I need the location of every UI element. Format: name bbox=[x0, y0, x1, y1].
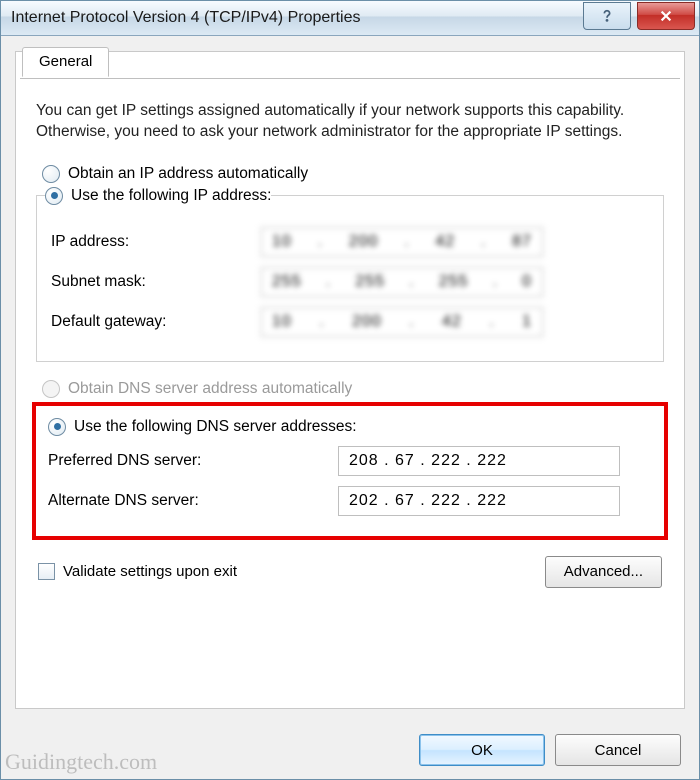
watermark-text: Guidingtech.com bbox=[5, 749, 157, 775]
bottom-row: Validate settings upon exit Advanced... bbox=[38, 556, 662, 588]
dialog-frame: General You can get IP settings assigned… bbox=[15, 51, 685, 709]
radio-ip-manual[interactable]: Use the following IP address: bbox=[45, 187, 271, 205]
radio-dns-manual[interactable]: Use the following DNS server addresses: bbox=[48, 418, 652, 436]
row-ip-address: IP address: 10.200.42.87 bbox=[51, 227, 649, 257]
help-button[interactable] bbox=[583, 2, 631, 30]
radio-dns-manual-label: Use the following DNS server addresses: bbox=[74, 418, 357, 436]
label-preferred-dns: Preferred DNS server: bbox=[48, 452, 338, 470]
input-default-gateway[interactable]: 10.200.42.1 bbox=[261, 307, 543, 337]
dns-highlight-box: Use the following DNS server addresses: … bbox=[32, 402, 668, 540]
radio-ip-manual-label: Use the following IP address: bbox=[71, 187, 271, 205]
group-ip-manual: Use the following IP address: IP address… bbox=[36, 187, 664, 362]
radio-ip-auto-label: Obtain an IP address automatically bbox=[68, 165, 308, 183]
radio-ip-auto[interactable]: Obtain an IP address automatically bbox=[42, 165, 666, 183]
radio-icon bbox=[45, 187, 63, 205]
intro-text: You can get IP settings assigned automat… bbox=[36, 101, 664, 143]
label-validate: Validate settings upon exit bbox=[63, 563, 545, 580]
tab-divider bbox=[20, 78, 680, 79]
radio-dns-auto-label: Obtain DNS server address automatically bbox=[68, 380, 352, 398]
advanced-button[interactable]: Advanced... bbox=[545, 556, 662, 588]
titlebar: Internet Protocol Version 4 (TCP/IPv4) P… bbox=[1, 1, 699, 36]
window-title: Internet Protocol Version 4 (TCP/IPv4) P… bbox=[11, 9, 579, 27]
label-default-gateway: Default gateway: bbox=[51, 313, 261, 331]
help-icon bbox=[600, 9, 614, 23]
row-alternate-dns: Alternate DNS server: 202 . 67 . 222 . 2… bbox=[48, 486, 652, 516]
tabstrip: General bbox=[16, 51, 684, 81]
tab-general[interactable]: General bbox=[22, 47, 109, 77]
radio-dns-auto: Obtain DNS server address automatically bbox=[42, 380, 666, 398]
row-preferred-dns: Preferred DNS server: 208 . 67 . 222 . 2… bbox=[48, 446, 652, 476]
group-dns-manual: Use the following DNS server addresses: … bbox=[42, 410, 658, 528]
close-button[interactable] bbox=[637, 2, 695, 30]
tab-content: You can get IP settings assigned automat… bbox=[16, 81, 684, 598]
ok-button[interactable]: OK bbox=[419, 734, 545, 766]
label-subnet-mask: Subnet mask: bbox=[51, 273, 261, 291]
checkbox-validate[interactable] bbox=[38, 563, 55, 580]
label-alternate-dns: Alternate DNS server: bbox=[48, 492, 338, 510]
cancel-button[interactable]: Cancel bbox=[555, 734, 681, 766]
row-subnet-mask: Subnet mask: 255.255.255.0 bbox=[51, 267, 649, 297]
input-ip-address[interactable]: 10.200.42.87 bbox=[261, 227, 543, 257]
input-preferred-dns[interactable]: 208 . 67 . 222 . 222 bbox=[338, 446, 620, 476]
label-ip-address: IP address: bbox=[51, 233, 261, 251]
dialog-window: Internet Protocol Version 4 (TCP/IPv4) P… bbox=[0, 0, 700, 780]
radio-icon bbox=[42, 380, 60, 398]
radio-icon bbox=[42, 165, 60, 183]
row-default-gateway: Default gateway: 10.200.42.1 bbox=[51, 307, 649, 337]
radio-icon bbox=[48, 418, 66, 436]
input-alternate-dns[interactable]: 202 . 67 . 222 . 222 bbox=[338, 486, 620, 516]
input-subnet-mask[interactable]: 255.255.255.0 bbox=[261, 267, 543, 297]
close-icon bbox=[659, 9, 673, 23]
